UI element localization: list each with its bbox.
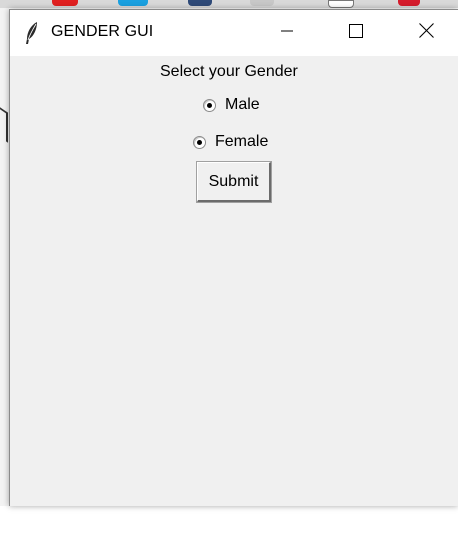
close-icon	[418, 23, 434, 43]
title-bar[interactable]: GENDER GUI	[10, 10, 458, 56]
male-radio-button[interactable]	[203, 98, 216, 112]
female-radio-option[interactable]: Female	[193, 133, 268, 151]
minimize-icon	[281, 24, 293, 42]
gender-gui-window: GENDER GUI Select your Gender Male Femal…	[9, 9, 458, 506]
gender-prompt-label: Select your Gender	[160, 63, 298, 80]
background-left-mark	[0, 107, 8, 143]
female-radio-button[interactable]	[193, 135, 206, 149]
background-taskbar-strip	[0, 0, 458, 8]
background-tab-navy	[188, 0, 212, 6]
submit-button[interactable]: Submit	[196, 161, 272, 203]
window-title: GENDER GUI	[51, 23, 154, 40]
maximize-icon	[349, 23, 363, 43]
feather-icon	[24, 21, 40, 45]
female-radio-label: Female	[215, 133, 269, 150]
background-tab-red	[52, 0, 78, 6]
window-client-area: Select your Gender Male Female Submit	[10, 56, 458, 506]
close-button[interactable]	[403, 10, 449, 56]
background-tab-outline	[328, 0, 354, 8]
radio-selected-dot	[197, 139, 202, 145]
background-tab-blue	[118, 0, 148, 6]
male-radio-option[interactable]: Male	[203, 96, 260, 114]
background-tab-gray	[250, 0, 274, 6]
radio-selected-dot	[207, 102, 212, 108]
background-bottom	[0, 506, 458, 537]
maximize-button[interactable]	[333, 10, 379, 56]
minimize-button[interactable]	[264, 10, 310, 56]
background-left-edge	[0, 8, 9, 537]
background-tab-pinterest	[398, 0, 420, 6]
male-radio-label: Male	[225, 96, 260, 113]
